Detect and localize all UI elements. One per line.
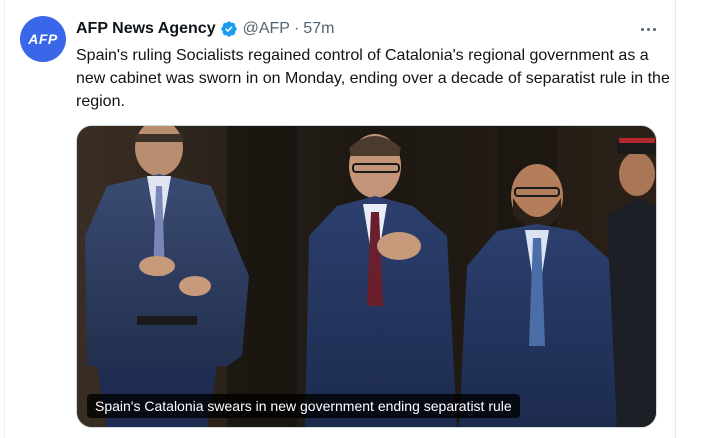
- avatar[interactable]: AFP: [20, 16, 66, 62]
- tweet-header: AFP News Agency @AFP · 57m: [76, 18, 334, 40]
- author-handle[interactable]: @AFP: [243, 20, 290, 38]
- column-border-right: [675, 0, 676, 438]
- more-dot: [640, 27, 644, 31]
- more-dot: [652, 27, 656, 31]
- more-options-icon[interactable]: [636, 20, 660, 38]
- column-border-left: [4, 0, 5, 438]
- tweet-timestamp[interactable]: 57m: [303, 20, 334, 38]
- avatar-logo-text: AFP: [28, 31, 58, 47]
- more-dot: [646, 27, 650, 31]
- tweet-card[interactable]: AFP AFP News Agency @AFP · 57m Spain's r…: [0, 0, 710, 438]
- tweet-text: Spain's ruling Socialists regained contr…: [76, 47, 670, 110]
- news-photo-illustration: [77, 126, 656, 427]
- author-name[interactable]: AFP News Agency: [76, 20, 216, 38]
- tweet-media-photo[interactable]: Spain's Catalonia swears in new governme…: [76, 125, 657, 428]
- media-caption: Spain's Catalonia swears in new governme…: [87, 394, 520, 418]
- verified-badge-icon[interactable]: [220, 20, 238, 38]
- separator-dot: ·: [293, 20, 300, 37]
